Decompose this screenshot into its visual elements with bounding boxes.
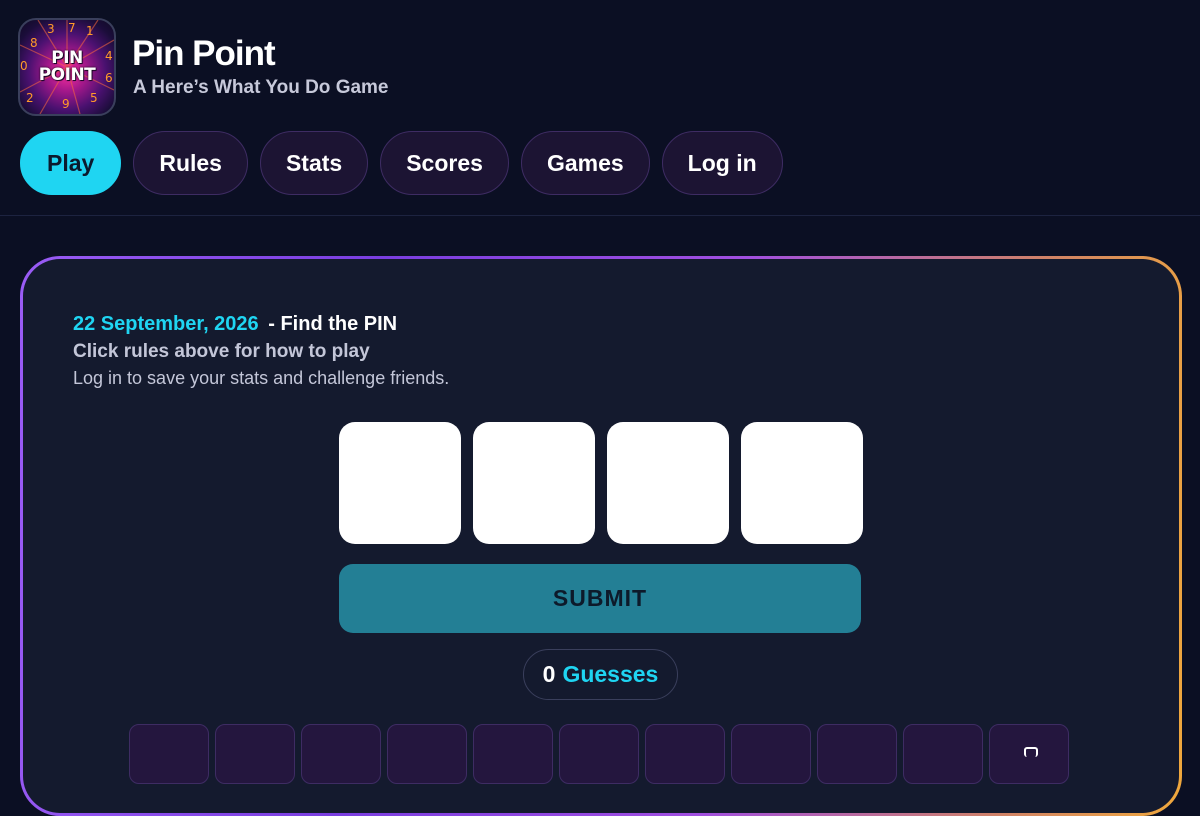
nav-stats-button[interactable]: Stats	[259, 131, 369, 195]
logo-line-2: POINT	[38, 65, 96, 85]
keypad-key[interactable]	[301, 724, 381, 784]
keypad-key[interactable]	[817, 724, 897, 784]
logo-digit: 1	[86, 24, 94, 38]
keypad-key[interactable]	[731, 724, 811, 784]
logo-digit: 3	[47, 22, 55, 36]
app-title: Pin Point	[132, 34, 276, 73]
game-card-body: 22 September, 2026 - Find the PIN Click …	[23, 259, 1179, 813]
nav-scores-button[interactable]: Scores	[380, 131, 509, 195]
pin-point-logo[interactable]: 8 3 7 1 0 4 6 2 9 5 PIN POINT	[18, 18, 116, 116]
backspace-icon	[1024, 747, 1038, 757]
pin-entry	[339, 422, 863, 544]
nav-rules-button[interactable]: Rules	[133, 131, 248, 195]
pin-digit-box-4[interactable]	[741, 422, 863, 544]
keypad	[129, 724, 1069, 784]
logo-wordmark: PIN POINT	[20, 50, 114, 84]
game-card: 22 September, 2026 - Find the PIN Click …	[20, 256, 1182, 816]
keypad-key[interactable]	[559, 724, 639, 784]
keypad-key[interactable]	[387, 724, 467, 784]
puzzle-heading: 22 September, 2026 - Find the PIN	[73, 313, 397, 336]
keypad-key[interactable]	[903, 724, 983, 784]
guess-counter: 0 Guesses	[523, 649, 678, 700]
puzzle-goal: - Find the PIN	[268, 313, 398, 335]
puzzle-date: 22 September, 2026	[73, 313, 259, 335]
pin-digit-box-3[interactable]	[607, 422, 729, 544]
nav-games-button[interactable]: Games	[520, 131, 650, 195]
keypad-key[interactable]	[129, 724, 209, 784]
guess-label: Guesses	[562, 661, 659, 687]
nav-login-button[interactable]: Log in	[661, 131, 783, 195]
main-nav: Play Rules Stats Scores Games Log in	[20, 131, 783, 195]
submit-button[interactable]: SUBMIT	[339, 564, 861, 633]
keypad-key[interactable]	[473, 724, 553, 784]
logo-digit: 2	[26, 91, 34, 105]
nav-play-button[interactable]: Play	[20, 131, 122, 195]
pin-digit-box-1[interactable]	[339, 422, 461, 544]
app-subtitle: A Here’s What You Do Game	[133, 77, 389, 98]
logo-digit: 8	[30, 36, 38, 50]
keypad-backspace-key[interactable]	[989, 724, 1069, 784]
logo-digit: 7	[68, 21, 76, 35]
app-header: 8 3 7 1 0 4 6 2 9 5 PIN POINT Pin Point …	[0, 0, 1200, 216]
guess-count: 0	[542, 661, 556, 687]
pin-digit-box-2[interactable]	[473, 422, 595, 544]
login-hint: Log in to save your stats and challenge …	[73, 368, 450, 388]
logo-digit: 5	[90, 91, 98, 105]
rules-hint: Click rules above for how to play	[73, 341, 370, 362]
keypad-key[interactable]	[215, 724, 295, 784]
keypad-key[interactable]	[645, 724, 725, 784]
logo-digit: 9	[62, 97, 70, 111]
